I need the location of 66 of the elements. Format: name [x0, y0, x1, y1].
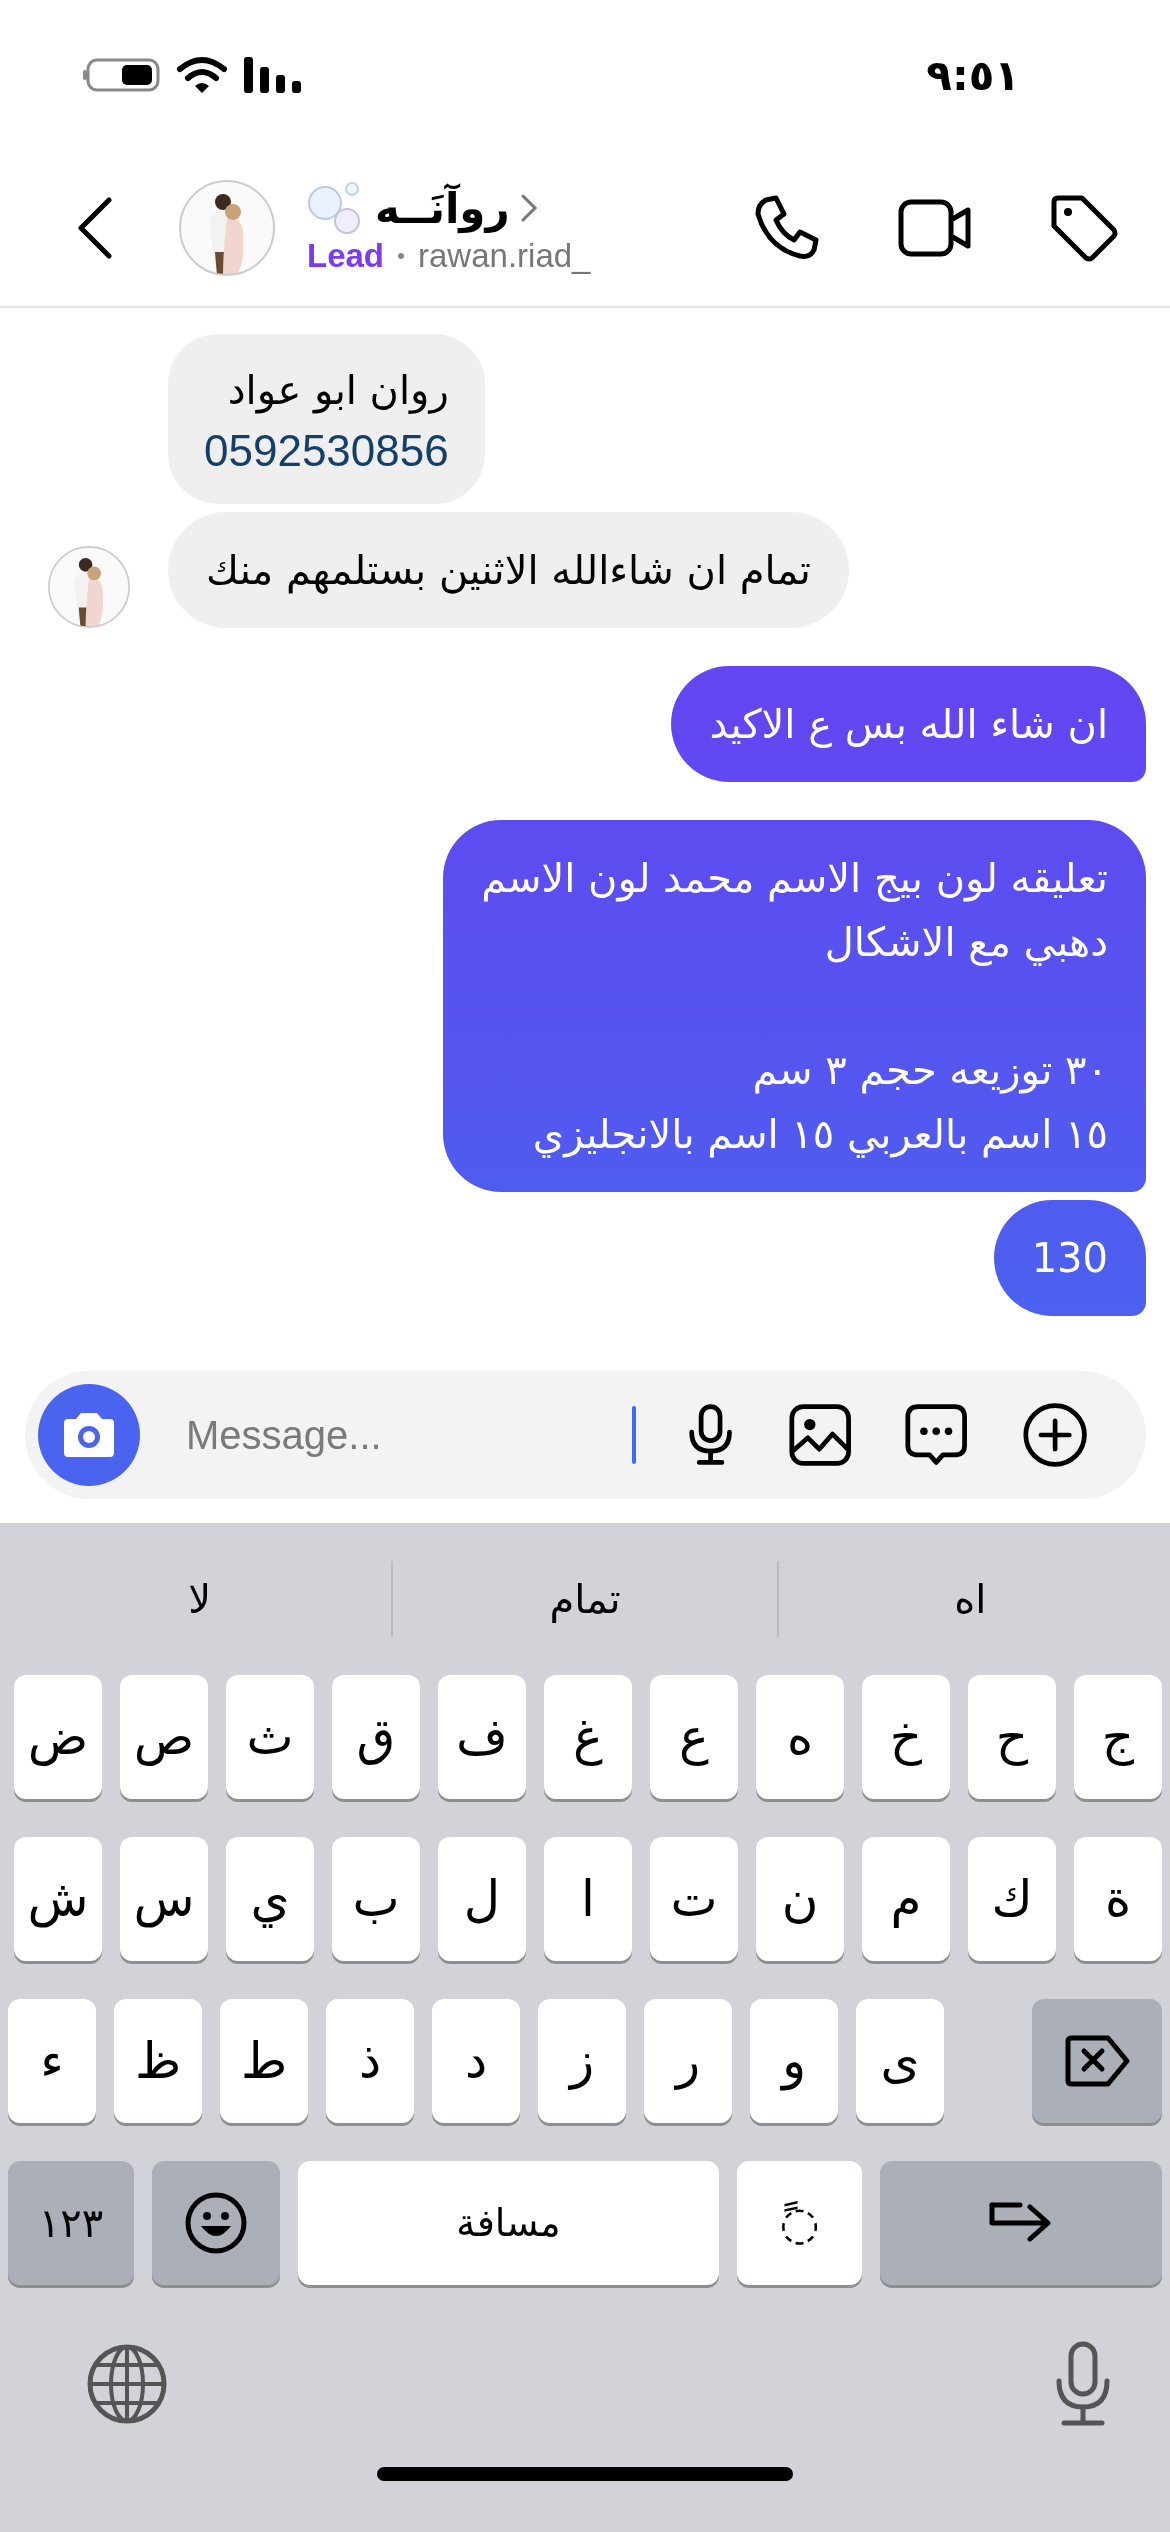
key[interactable]: و — [750, 1999, 838, 2123]
key[interactable]: س — [120, 1837, 208, 1961]
key[interactable]: ك — [968, 1837, 1056, 1961]
key[interactable]: ة — [1074, 1837, 1162, 1961]
key[interactable]: ح — [968, 1675, 1056, 1799]
key[interactable]: ش — [14, 1837, 102, 1961]
key[interactable]: ق — [332, 1675, 420, 1799]
key[interactable]: ل — [438, 1837, 526, 1961]
key[interactable]: ء — [8, 1999, 96, 2123]
key[interactable]: ن — [756, 1837, 844, 1961]
emoji-key[interactable] — [152, 2161, 280, 2285]
key[interactable]: ط — [220, 1999, 308, 2123]
numbers-key[interactable]: ١٢٣ — [8, 2161, 134, 2285]
delete-key[interactable] — [1032, 1999, 1162, 2123]
signal-icon — [242, 55, 304, 95]
tag-icon[interactable] — [1050, 194, 1118, 262]
message-input[interactable]: Message... — [184, 1411, 578, 1459]
message-text: تمام ان شاءالله الاثنين بستلمهم منك — [206, 546, 811, 596]
chevron-right-icon — [519, 193, 538, 223]
key[interactable]: ه — [756, 1675, 844, 1799]
key[interactable]: ا — [544, 1837, 632, 1961]
message-text: 130 — [1031, 1234, 1108, 1283]
key[interactable]: ص — [120, 1675, 208, 1799]
message-text: ان شاء الله بس ع الاكيد — [709, 700, 1108, 750]
key[interactable]: ي — [226, 1837, 314, 1961]
text-cursor — [632, 1406, 636, 1464]
video-camera-icon[interactable] — [898, 198, 972, 258]
key[interactable]: ب — [332, 1837, 420, 1961]
battery-icon — [80, 57, 162, 93]
key[interactable]: ى — [856, 1999, 944, 2123]
suggestion[interactable]: تمام — [393, 1576, 777, 1622]
return-key[interactable] — [880, 2161, 1162, 2285]
suggestion[interactable]: اه — [778, 1576, 1162, 1622]
lead-label: Lead — [307, 237, 385, 275]
key[interactable]: ظ — [114, 1999, 202, 2123]
globe-icon[interactable] — [86, 2343, 168, 2425]
key[interactable]: ع — [650, 1675, 738, 1799]
key[interactable]: ز — [538, 1999, 626, 2123]
add-icon[interactable] — [1021, 1400, 1088, 1470]
message-text: روان ابو عواد — [226, 366, 449, 416]
key[interactable]: ت — [650, 1837, 738, 1961]
dictation-icon[interactable] — [1054, 2341, 1112, 2427]
key[interactable]: غ — [544, 1675, 632, 1799]
space-key[interactable]: مسافة — [298, 2161, 719, 2285]
key[interactable]: ذ — [326, 1999, 414, 2123]
diacritic-key[interactable]: ◌ً — [737, 2161, 862, 2285]
chat-icon[interactable] — [905, 1402, 968, 1468]
key[interactable]: ف — [438, 1675, 526, 1799]
key[interactable]: د — [432, 1999, 520, 2123]
key[interactable]: خ — [862, 1675, 950, 1799]
key[interactable]: ر — [644, 1999, 732, 2123]
message-text: تعليقه لون بيج الاسم محمد لون الاسم دهبي مع الاشكال ٣٠ توزيعه حجم ٣ سم ١٥ اسم بالعربي ١٥ اسم بالانجليزي — [481, 854, 1108, 1160]
wifi-icon — [176, 55, 228, 95]
key[interactable]: م — [862, 1837, 950, 1961]
key[interactable]: ج — [1074, 1675, 1162, 1799]
key[interactable]: ث — [226, 1675, 314, 1799]
image-icon[interactable] — [788, 1402, 852, 1468]
key[interactable]: ض — [14, 1675, 102, 1799]
smiley-icon — [185, 2192, 247, 2254]
phone-link[interactable]: 0592530856 — [204, 422, 449, 480]
status-time: ٩:٥١ — [926, 50, 1020, 100]
suggestion[interactable]: لا — [8, 1576, 392, 1622]
contact-name[interactable]: روآنَــه — [375, 183, 510, 233]
delete-icon — [1064, 2035, 1130, 2087]
back-icon[interactable] — [75, 196, 115, 260]
username: rawan.riad_ — [418, 237, 591, 275]
